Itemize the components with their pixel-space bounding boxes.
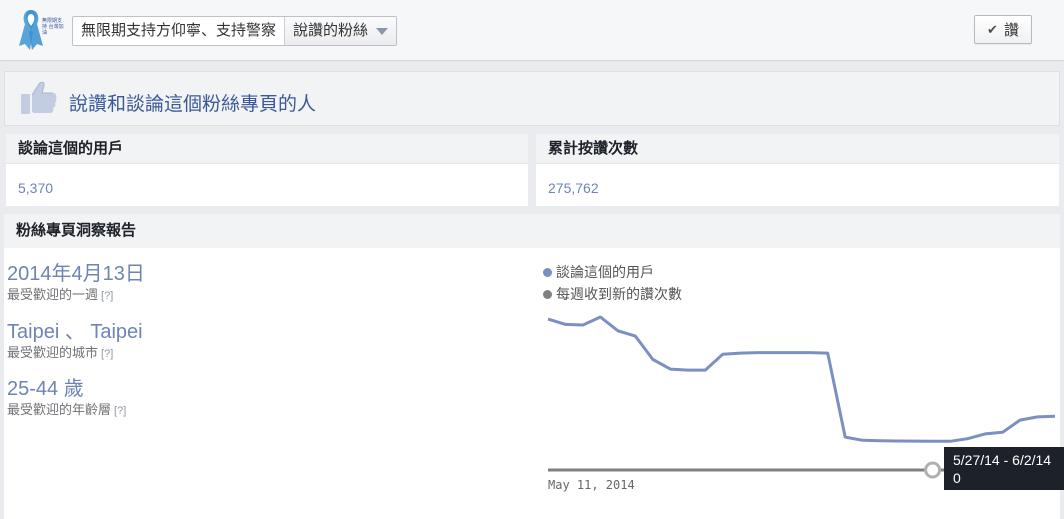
x-axis-tick-label: May 11, 2014 [548, 478, 635, 492]
hover-point-marker[interactable] [926, 463, 940, 477]
chart-tooltip: 5/27/14 - 6/2/14 0 [944, 447, 1064, 490]
series-line-talking [548, 317, 1055, 441]
line-chart[interactable] [0, 0, 1064, 519]
tooltip-value: 0 [953, 469, 1064, 487]
tooltip-range: 5/27/14 - 6/2/14 [953, 451, 1064, 469]
